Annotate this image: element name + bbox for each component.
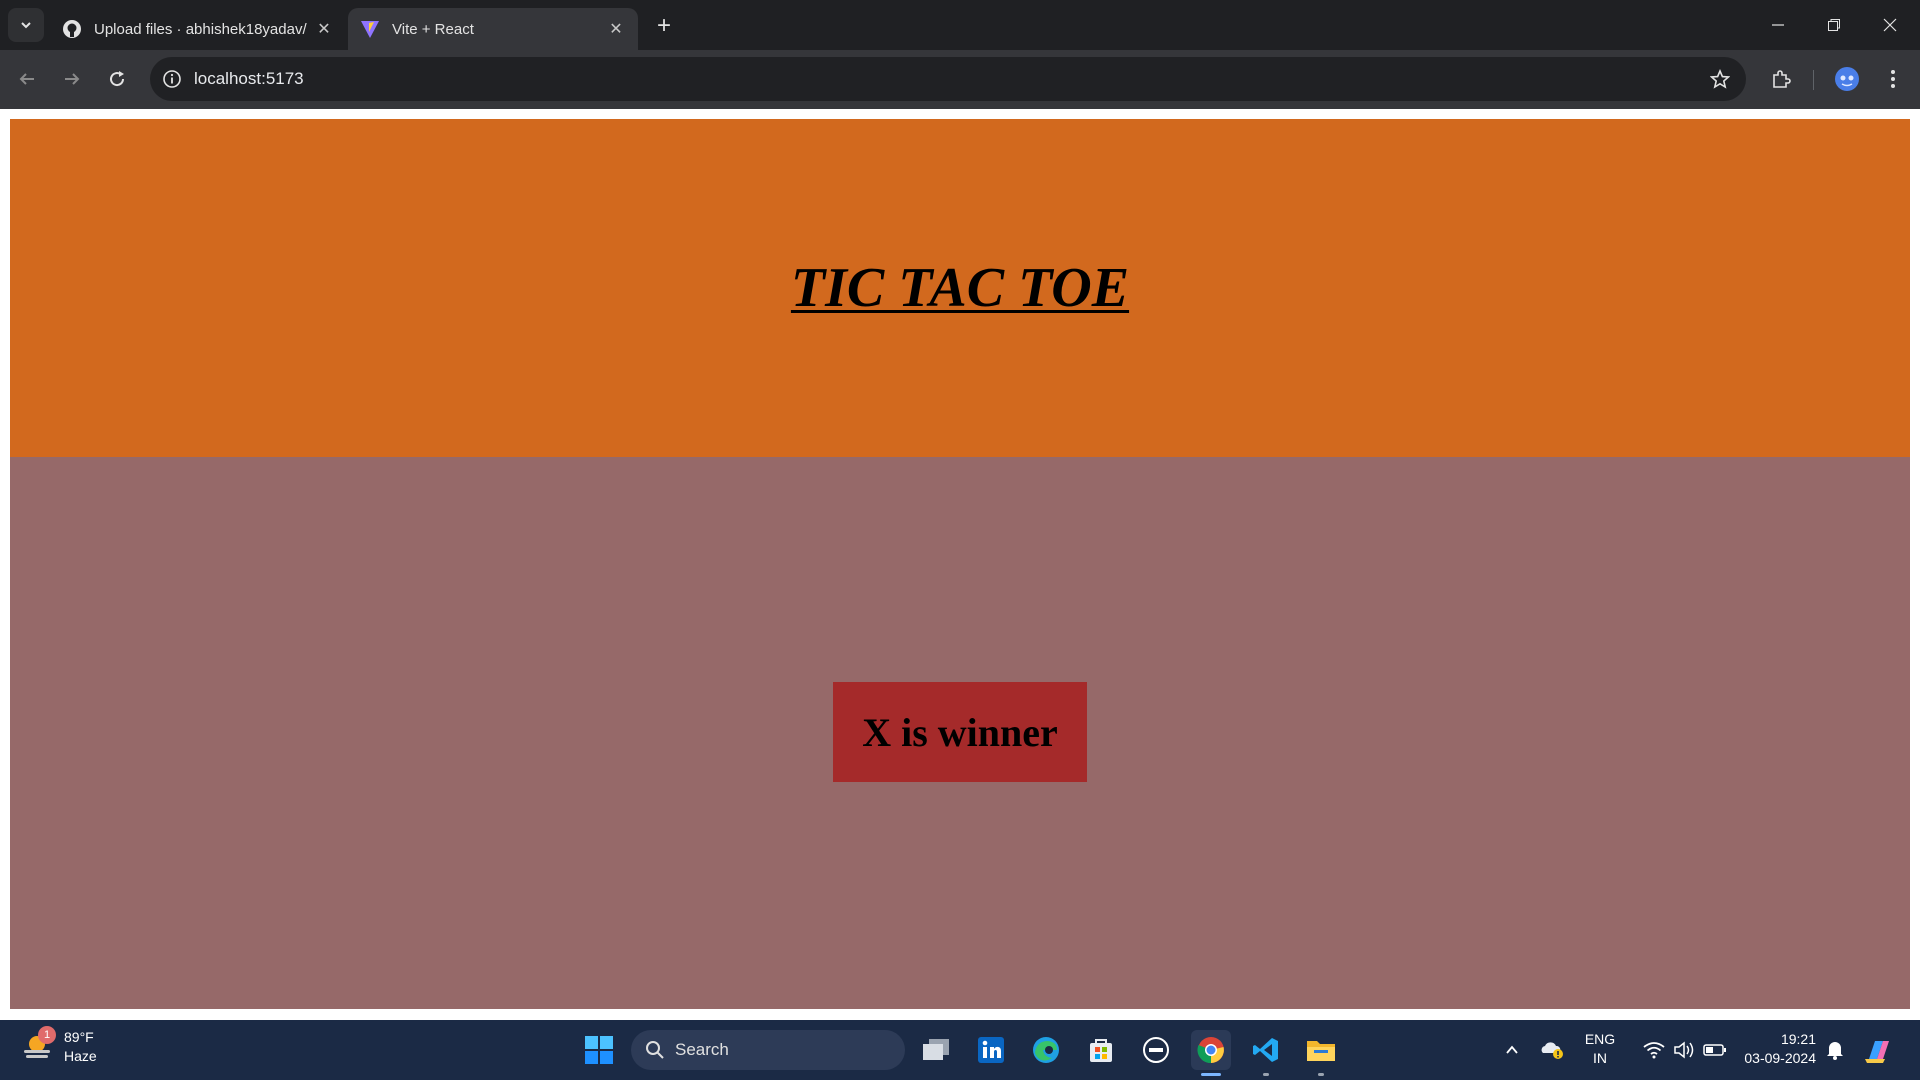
github-icon: [63, 20, 81, 38]
folder-icon: [1307, 1041, 1335, 1061]
chrome-app[interactable]: [1191, 1030, 1231, 1076]
linkedin-app[interactable]: [971, 1030, 1011, 1070]
dell-app[interactable]: [1136, 1030, 1176, 1070]
extensions-button[interactable]: [1764, 62, 1798, 96]
back-button[interactable]: [10, 62, 44, 96]
edge-app[interactable]: [1026, 1030, 1066, 1070]
arrow-left-icon: [19, 73, 34, 85]
chrome-icon: [1197, 1037, 1224, 1064]
winner-message: X is winner: [833, 682, 1087, 782]
edge-icon: [1033, 1037, 1059, 1063]
clock-date: 03-09-2024: [1744, 1050, 1816, 1066]
close-icon: [1883, 18, 1897, 32]
vite-icon: [361, 21, 379, 38]
url-text[interactable]: localhost:5173: [194, 69, 304, 89]
onedrive-tray-button[interactable]: [1532, 1030, 1572, 1070]
vscode-icon: [1253, 1038, 1278, 1062]
toolbar-divider: [1813, 70, 1814, 90]
tab-vite-react[interactable]: Vite + React ✕: [348, 8, 638, 50]
battery-icon: [1703, 1044, 1726, 1056]
microsoft-store-app[interactable]: [1081, 1030, 1121, 1070]
info-icon[interactable]: [162, 69, 182, 89]
notifications-button[interactable]: [1815, 1030, 1855, 1070]
profile-button[interactable]: [1830, 62, 1864, 96]
volume-icon: [1674, 1041, 1694, 1059]
tab-title: Vite + React: [392, 20, 474, 38]
tab-title: Upload files · abhishek18yadav/: [94, 20, 307, 38]
minimize-icon: [1772, 24, 1784, 26]
arrow-right-icon: [65, 73, 80, 85]
reload-button[interactable]: [100, 62, 134, 96]
dell-icon: [1143, 1037, 1169, 1063]
new-tab-button[interactable]: +: [650, 12, 678, 40]
winner-text: X is winner: [862, 709, 1058, 755]
address-bar[interactable]: localhost:5173: [150, 57, 1746, 101]
game-area: X is winner: [10, 457, 1910, 1009]
windows-taskbar: 1 89°F Haze Search ENG IN 19:21 03-09-20…: [0, 1020, 1920, 1080]
restore-button[interactable]: [1806, 0, 1862, 50]
taskbar-search[interactable]: Search: [631, 1030, 905, 1070]
close-icon[interactable]: ✕: [606, 19, 626, 39]
puzzle-icon: [1773, 70, 1791, 88]
task-view-button[interactable]: [916, 1030, 956, 1070]
copilot-button[interactable]: [1858, 1030, 1898, 1070]
menu-button[interactable]: [1876, 62, 1910, 96]
page-title: TIC TAC TOE: [790, 257, 1130, 319]
restore-icon: [1828, 19, 1840, 31]
header-section: TIC TAC TOE: [10, 119, 1910, 457]
running-app-indicator: [1318, 1073, 1324, 1076]
more-vertical-icon: [1891, 70, 1895, 88]
language-line1: ENG: [1584, 1031, 1616, 1047]
wifi-icon: [1643, 1042, 1665, 1059]
store-icon: [1090, 1039, 1112, 1062]
minimize-button[interactable]: [1750, 0, 1806, 50]
windows-logo-icon: [585, 1036, 613, 1064]
cloud-warning-icon: [1541, 1042, 1563, 1059]
search-label: Search: [675, 1040, 729, 1059]
clock[interactable]: 19:21 03-09-2024: [1730, 1030, 1816, 1068]
forward-button[interactable]: [55, 62, 89, 96]
avatar: [1835, 67, 1859, 91]
linkedin-icon: [978, 1037, 1004, 1063]
tab-upload-files[interactable]: Upload files · abhishek18yadav/ ✕: [50, 8, 346, 50]
vscode-app[interactable]: [1246, 1030, 1286, 1076]
notification-badge: 1: [38, 1026, 56, 1044]
search-icon: [646, 1041, 664, 1059]
weather-condition: Haze: [64, 1048, 97, 1064]
browser-toolbar: localhost:5173: [0, 50, 1920, 109]
close-icon[interactable]: ✕: [314, 19, 334, 39]
chevron-down-icon: [21, 22, 31, 29]
language-indicator[interactable]: ENG IN: [1580, 1030, 1620, 1068]
language-line2: IN: [1593, 1050, 1607, 1066]
page-viewport: TIC TAC TOE X is winner: [0, 109, 1920, 1020]
file-explorer-app[interactable]: [1301, 1030, 1341, 1076]
bell-icon: [1827, 1042, 1843, 1060]
clock-time: 19:21: [1780, 1031, 1816, 1047]
weather-temp: 89°F: [64, 1029, 94, 1045]
star-icon[interactable]: [1710, 69, 1730, 89]
browser-tab-bar: Upload files · abhishek18yadav/ ✕ Vite +…: [0, 0, 1920, 50]
task-view-icon: [923, 1039, 949, 1060]
quick-settings-button[interactable]: [1630, 1030, 1740, 1070]
reload-icon: [110, 71, 125, 87]
start-button[interactable]: [579, 1030, 619, 1070]
active-app-indicator: [1201, 1073, 1221, 1076]
weather-widget[interactable]: 1 89°F Haze: [20, 1026, 97, 1066]
running-app-indicator: [1263, 1073, 1269, 1076]
window-close-button[interactable]: [1862, 0, 1918, 50]
chevron-up-icon: [1506, 1045, 1518, 1054]
copilot-icon: [1865, 1041, 1889, 1063]
tab-search-button[interactable]: [8, 8, 44, 42]
show-hidden-icons-button[interactable]: [1492, 1030, 1532, 1070]
